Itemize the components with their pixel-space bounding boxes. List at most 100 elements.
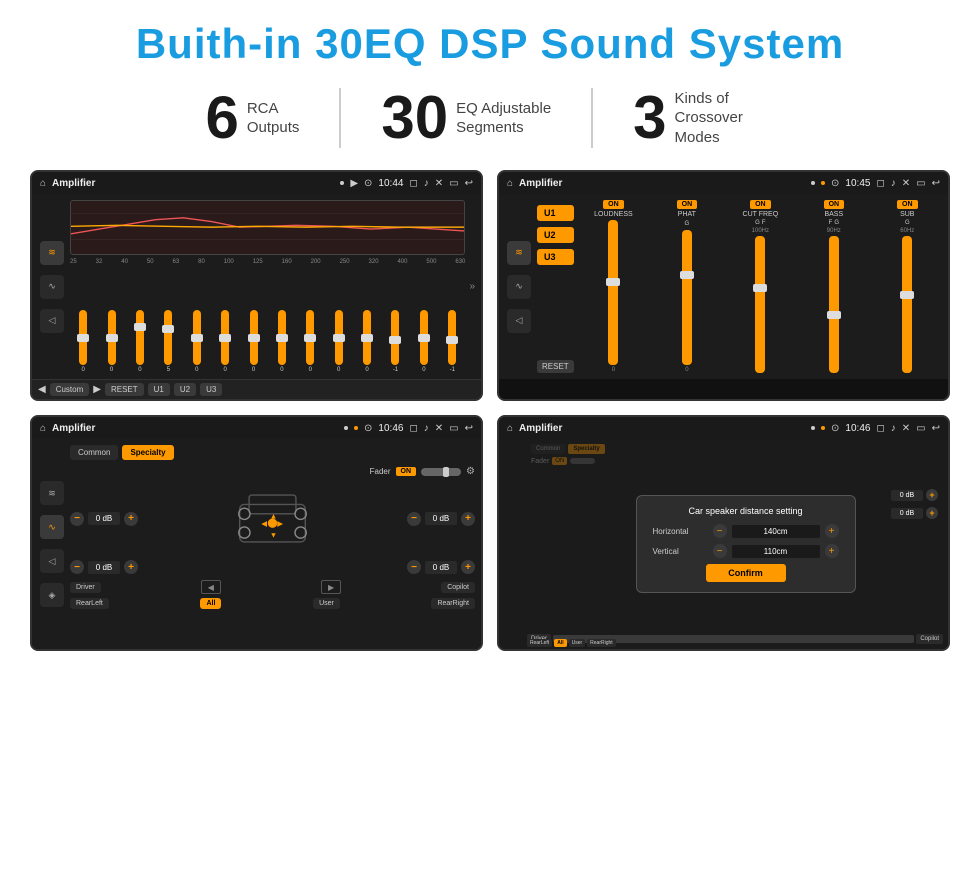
next-icon-btn[interactable]: ▶ (93, 384, 101, 395)
copilot-btn[interactable]: Copilot (441, 582, 475, 593)
reset-crossover[interactable]: RESET (537, 360, 574, 373)
dialog-rearleft-btn[interactable]: RearLeft (527, 639, 552, 647)
back-icon-2[interactable]: ↩ (932, 178, 940, 189)
cam-icon-3[interactable]: ◻ (409, 423, 417, 434)
prev-icon-btn[interactable]: ◀ (38, 384, 46, 395)
dialog-all-btn[interactable]: All (554, 639, 566, 647)
vertical-minus[interactable]: − (713, 544, 727, 558)
sub-freq: 60Hz (900, 228, 914, 234)
db-row-2: − 0 dB + − 0 dB + (70, 560, 475, 574)
cam-icon-2[interactable]: ◻ (876, 178, 884, 189)
phat-label: PHAT (678, 211, 696, 218)
cutfreq-slider[interactable] (755, 236, 765, 373)
rect-icon-3[interactable]: ▭ (449, 423, 458, 434)
minus-btn-3[interactable]: − (70, 560, 84, 574)
u2-btn[interactable]: U2 (537, 227, 574, 243)
vol-icon-3[interactable]: ♪ (424, 423, 429, 434)
fader-mini-slider[interactable] (421, 468, 461, 476)
plus-right-1[interactable]: + (926, 489, 938, 501)
eq-icon-btn[interactable]: ≋ (40, 241, 64, 265)
sub-col: ON SUB G 60Hz (873, 200, 942, 373)
bass-slider[interactable] (829, 236, 839, 373)
sub-on[interactable]: ON (897, 200, 918, 209)
home-icon-4[interactable]: ⌂ (507, 423, 513, 434)
x-icon-3[interactable]: ✕ (435, 423, 443, 434)
wave-btn[interactable]: ∿ (40, 275, 64, 299)
all-btn[interactable]: All (200, 598, 221, 609)
back-icon-4[interactable]: ↩ (932, 423, 940, 434)
rect-icon-2[interactable]: ▭ (916, 178, 925, 189)
loudness-slider[interactable] (608, 220, 618, 365)
u3-btn-eq[interactable]: U3 (200, 383, 222, 396)
confirm-button[interactable]: Confirm (706, 564, 786, 582)
horizontal-minus[interactable]: − (713, 524, 727, 538)
cutfreq-on[interactable]: ON (750, 200, 771, 209)
u3-btn[interactable]: U3 (537, 249, 574, 265)
back-icon[interactable]: ↩ (465, 178, 473, 189)
crossover-time: 10:45 (845, 178, 870, 189)
bass-on[interactable]: ON (824, 200, 845, 209)
home-icon-2[interactable]: ⌂ (507, 178, 513, 189)
arrow-right[interactable]: ▶ (321, 580, 341, 594)
eq-slider-1: 0 (70, 310, 96, 373)
settings-icon[interactable]: ⚙ (466, 466, 475, 477)
loudness-on[interactable]: ON (603, 200, 624, 209)
vol-btn-2[interactable]: ◁ (507, 309, 531, 333)
vertical-row: Vertical − 110cm + (653, 544, 839, 558)
spk-btn[interactable]: ◈ (40, 583, 64, 607)
status-dot7 (821, 426, 825, 430)
u1-btn[interactable]: U1 (537, 205, 574, 221)
phat-on[interactable]: ON (677, 200, 698, 209)
wave-btn-2[interactable]: ∿ (507, 275, 531, 299)
minus-btn-4[interactable]: − (407, 560, 421, 574)
x-icon-2[interactable]: ✕ (902, 178, 910, 189)
rect-icon[interactable]: ▭ (449, 178, 458, 189)
expand-icon[interactable]: » (469, 200, 475, 373)
reset-btn[interactable]: RESET (105, 383, 144, 396)
vol-btn-3[interactable]: ◁ (40, 549, 64, 573)
vol-icon-2[interactable]: ♪ (891, 178, 896, 189)
u1-btn-eq[interactable]: U1 (148, 383, 170, 396)
plus-right-2[interactable]: + (926, 507, 938, 519)
dialog-user-btn[interactable]: User (569, 639, 586, 647)
tab-specialty[interactable]: Specialty (122, 445, 173, 460)
vertical-plus[interactable]: + (825, 544, 839, 558)
phat-slider[interactable] (682, 230, 692, 365)
cam-icon[interactable]: ◻ (409, 178, 417, 189)
back-icon-3[interactable]: ↩ (465, 423, 473, 434)
user-btn[interactable]: User (313, 598, 340, 609)
plus-btn-2[interactable]: + (461, 512, 475, 526)
dialog-bottom-row-2: RearLeft All User RearRight (527, 639, 943, 647)
eq-icon-btn-2[interactable]: ≋ (507, 241, 531, 265)
x-icon-4[interactable]: ✕ (902, 423, 910, 434)
play-icon[interactable]: ▶ (350, 178, 358, 189)
fader-on-badge[interactable]: ON (396, 467, 417, 476)
cam-icon-4[interactable]: ◻ (876, 423, 884, 434)
vol-icon[interactable]: ♪ (424, 178, 429, 189)
arrow-left[interactable]: ◀ (201, 580, 221, 594)
minus-btn-2[interactable]: − (407, 512, 421, 526)
rearleft-btn[interactable]: RearLeft (70, 598, 109, 609)
eq-slider-8: 0 (269, 310, 295, 373)
eq-sliders-area: 0 0 0 5 (70, 269, 465, 373)
eq-icon-btn-3[interactable]: ≋ (40, 481, 64, 505)
wave-btn-3[interactable]: ∿ (40, 515, 64, 539)
vol-icon-4[interactable]: ♪ (891, 423, 896, 434)
plus-btn-1[interactable]: + (124, 512, 138, 526)
home-icon-3[interactable]: ⌂ (40, 423, 46, 434)
plus-btn-3[interactable]: + (124, 560, 138, 574)
driver-btn[interactable]: Driver (70, 582, 101, 593)
sub-slider[interactable] (902, 236, 912, 373)
preset-label: Custom (50, 383, 90, 396)
home-icon[interactable]: ⌂ (40, 178, 46, 189)
rect-icon-4[interactable]: ▭ (916, 423, 925, 434)
plus-btn-4[interactable]: + (461, 560, 475, 574)
x-icon[interactable]: ✕ (435, 178, 443, 189)
tab-common[interactable]: Common (70, 445, 118, 460)
minus-btn-1[interactable]: − (70, 512, 84, 526)
u2-btn-eq[interactable]: U2 (174, 383, 196, 396)
vol-btn[interactable]: ◁ (40, 309, 64, 333)
rearright-btn[interactable]: RearRight (431, 598, 475, 609)
horizontal-plus[interactable]: + (825, 524, 839, 538)
dialog-rearright-btn[interactable]: RearRight (587, 639, 616, 647)
